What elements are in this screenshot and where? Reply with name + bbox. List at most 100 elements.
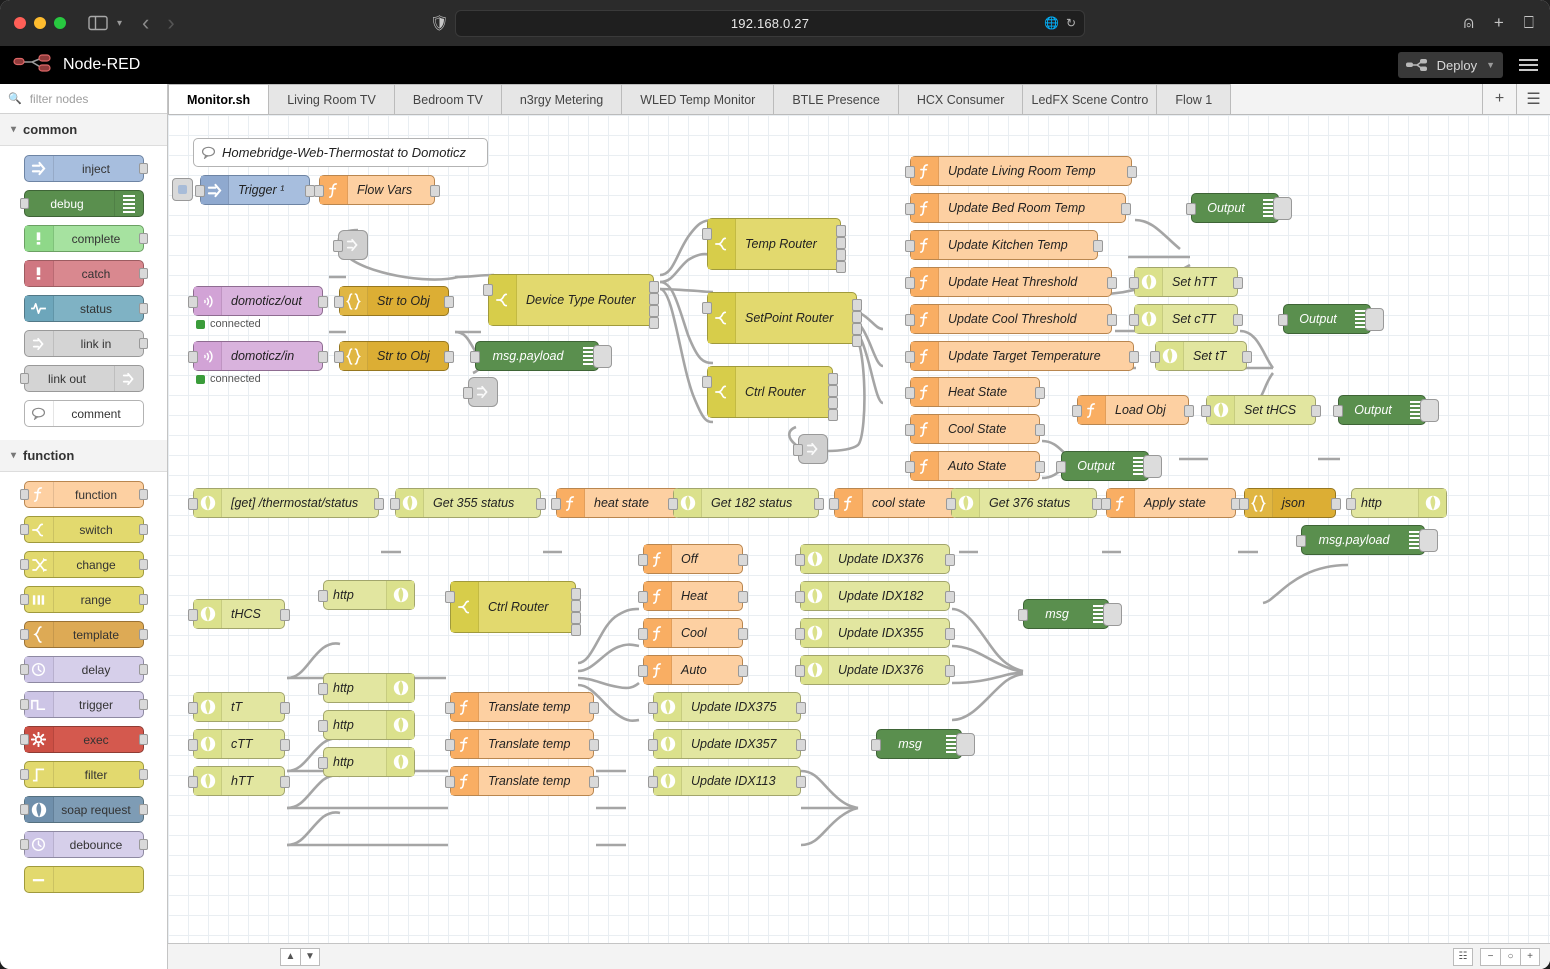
node-input-port[interactable] [19,804,29,815]
node-input-port[interactable] [19,373,29,384]
node-input-port[interactable] [19,594,29,605]
flow-node-out1[interactable]: Output [1186,193,1292,223]
node-input-port[interactable] [19,559,29,570]
palette-node-status[interactable]: status [23,295,148,322]
node-input-port[interactable] [19,839,29,850]
flow-node-ctrlrouter[interactable]: Ctrl Router [702,366,838,421]
node-output-port[interactable] [318,351,328,363]
node-output-port[interactable] [1129,351,1139,363]
node-input-port[interactable] [318,757,328,769]
node-input-port[interactable] [795,665,805,677]
node-input-port[interactable] [1346,498,1356,510]
list-flows-button[interactable]: ☰ [1516,84,1550,114]
node-output-port[interactable] [1233,277,1243,289]
flow-node-http4[interactable]: http [318,747,415,777]
palette-category-common[interactable]: ▾ common [0,114,167,146]
node-output-port[interactable] [1127,166,1137,178]
node-output-port[interactable] [1035,387,1045,399]
node-output-port[interactable] [1107,314,1117,326]
flow-node-loadobj[interactable]: Load Obj [1072,395,1194,425]
node-output-port[interactable] [138,839,148,850]
flow-node-thcs[interactable]: tHCS [188,599,290,629]
node-output-port[interactable] [138,233,148,244]
node-input-port[interactable] [905,461,915,473]
node-input-port[interactable] [702,228,712,240]
flow-node-out2[interactable]: Output [1278,304,1384,334]
node-output-port[interactable] [280,776,290,788]
browser-back-button[interactable]: ‹ [142,10,149,36]
node-output-port[interactable] [138,338,148,349]
node-input-port[interactable] [318,683,328,695]
flow-node-out3[interactable]: Output [1333,395,1439,425]
collapse-up-button[interactable]: ▲ [280,947,300,966]
node-output-port[interactable] [280,609,290,621]
palette-node-range[interactable]: range [19,586,148,613]
flow-node-trans1[interactable]: Translate temp [445,692,599,722]
flow-node-coolstate[interactable]: Cool State [905,414,1045,444]
node-output-port[interactable] [444,351,454,363]
flow-tab-wled-temp-monitor[interactable]: WLED Temp Monitor [621,84,775,114]
node-input-port[interactable] [1072,405,1082,417]
debug-toggle-button[interactable] [1420,399,1439,422]
palette-node-template[interactable]: template [19,621,148,648]
flow-node-getstatus[interactable]: [get] /thermostat/status [188,488,384,518]
flow-node-flowvars[interactable]: Flow Vars [314,175,440,205]
node-output-port[interactable] [1242,351,1252,363]
node-input-port[interactable] [871,739,881,751]
node-output-port[interactable] [836,225,846,237]
node-output-port[interactable] [945,554,955,566]
node-input-port[interactable] [1129,314,1139,326]
node-output-port[interactable] [1121,203,1131,215]
node-output-port[interactable] [1107,277,1117,289]
flow-node-hTT[interactable]: hTT [188,766,290,796]
node-input-port[interactable] [1278,314,1288,326]
flow-node-str2obj1[interactable]: Str to Obj [334,286,454,316]
palette-node-debug[interactable]: debug [19,190,144,217]
node-input-port[interactable] [905,424,915,436]
flow-node-idx357[interactable]: Update IDX357 [648,729,806,759]
node-input-port[interactable] [905,203,915,215]
deploy-button[interactable]: Deploy ▼ [1397,52,1503,78]
node-input-port[interactable] [334,296,344,308]
node-output-port[interactable] [796,702,806,714]
flow-canvas-container[interactable]: Trigger ¹ Flow Vars connected domoticz/out S… [168,115,1550,943]
node-output-port[interactable] [374,498,384,510]
node-output-port[interactable] [945,628,955,640]
node-input-port[interactable] [334,351,344,363]
collapse-down-button[interactable]: ▼ [300,947,320,966]
node-input-port[interactable] [1201,405,1211,417]
flow-node-uptt[interactable]: Update Target Temperature [905,341,1139,371]
palette-node-inject[interactable]: inject [23,155,148,182]
node-input-port[interactable] [1101,498,1111,510]
flow-nodes-layer[interactable]: Trigger ¹ Flow Vars connected domoticz/out S… [168,115,1550,943]
node-input-port[interactable] [1333,405,1343,417]
flow-node-msg1[interactable]: msg [1018,599,1122,629]
node-output-port[interactable] [738,628,748,640]
flow-node-cTT[interactable]: cTT [188,729,290,759]
flow-tab-bedroom-tv[interactable]: Bedroom TV [393,84,502,114]
node-output-port[interactable] [138,303,148,314]
palette-node-link-out[interactable]: link out [19,365,144,392]
node-output-port[interactable] [138,699,148,710]
node-input-port[interactable] [390,498,400,510]
node-output-port[interactable] [828,397,838,409]
flow-node-upbr[interactable]: Update Bed Room Temp [905,193,1131,223]
node-output-port[interactable] [138,559,148,570]
node-input-port[interactable] [19,629,29,640]
node-input-port[interactable] [1056,461,1066,473]
flow-node-heatst2[interactable]: heat state [551,488,685,518]
node-input-port[interactable] [638,554,648,566]
node-input-port[interactable] [1150,351,1160,363]
palette-node-filter[interactable]: filter [19,761,148,788]
flow-node-get355[interactable]: Get 355 status [390,488,546,518]
reload-icon[interactable]: ↻ [1066,16,1076,30]
node-output-port[interactable] [796,776,806,788]
palette-node-soap-request[interactable]: soap request [19,796,148,823]
palette-node-function[interactable]: function [19,481,148,508]
translate-icon[interactable]: 🌐 [1044,16,1059,30]
node-output-port[interactable] [318,296,328,308]
flow-node-get376[interactable]: Get 376 status [946,488,1102,518]
node-output-port[interactable] [852,335,862,347]
debug-toggle-button[interactable] [1143,455,1162,478]
node-output-port[interactable] [649,305,659,317]
